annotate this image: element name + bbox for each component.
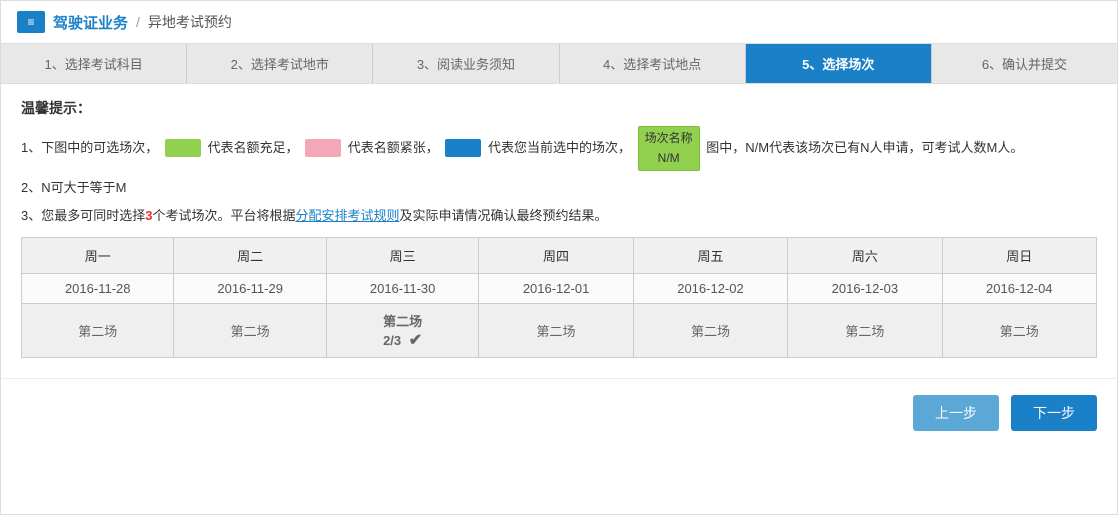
slot-wed-label: 第二场: [383, 314, 422, 329]
line3-prefix: 3、您最多可同时选择: [21, 208, 145, 223]
line1-legend2: 代表名额紧张，: [348, 140, 439, 155]
warning-title: 温馨提示：: [21, 98, 1097, 118]
line2-text: 2、N可大于等于M: [21, 180, 126, 195]
prev-button[interactable]: 上一步: [913, 395, 999, 431]
legend-green-box: [165, 139, 201, 157]
line3-middle: 个考试场次。平台将根据: [152, 208, 295, 223]
next-button[interactable]: 下一步: [1011, 395, 1097, 431]
line1-legend3: 代表您当前选中的场次，: [488, 140, 631, 155]
date-wed: 2016-11-30: [326, 273, 478, 303]
col-header-thu: 周四: [479, 237, 633, 273]
col-header-sun: 周日: [942, 237, 1096, 273]
header-icon: ≡: [17, 11, 45, 33]
legend-label: 场次名称N/M: [638, 126, 700, 171]
header: ≡ 驾驶证业务 / 异地考试预约: [1, 1, 1117, 44]
step-4[interactable]: 4、选择考试地点: [560, 44, 746, 83]
line3-suffix: 及实际申请情况确认最终预约结果。: [400, 208, 608, 223]
warning-line-3: 3、您最多可同时选择3个考试场次。平台将根据分配安排考试规则及实际申请情况确认最…: [21, 205, 1097, 227]
warning-line-1: 1、下图中的可选场次， 代表名额充足， 代表名额紧张， 代表您当前选中的场次， …: [21, 126, 1097, 171]
date-tue: 2016-11-29: [174, 273, 326, 303]
col-header-mon: 周一: [22, 237, 174, 273]
header-sub: 异地考试预约: [148, 12, 232, 32]
date-row: 2016-11-28 2016-11-29 2016-11-30 2016-12…: [22, 273, 1097, 303]
step-5[interactable]: 5、选择场次: [746, 44, 932, 83]
slot-sun[interactable]: 第二场: [942, 303, 1096, 357]
date-mon: 2016-11-28: [22, 273, 174, 303]
col-header-fri: 周五: [633, 237, 787, 273]
date-thu: 2016-12-01: [479, 273, 633, 303]
legend-pink-box: [305, 139, 341, 157]
checkmark-icon: ✔: [409, 332, 422, 349]
date-fri: 2016-12-02: [633, 273, 787, 303]
slot-row: 第二场 第二场 第二场 2/3 ✔ 第二场 第二场 第二场 第二场: [22, 303, 1097, 357]
bottom-nav: 上一步 下一步: [1, 378, 1117, 445]
date-sun: 2016-12-04: [942, 273, 1096, 303]
line1-prefix: 1、下图中的可选场次，: [21, 140, 158, 155]
step-3[interactable]: 3、阅读业务须知: [373, 44, 559, 83]
col-header-tue: 周二: [174, 237, 326, 273]
date-sat: 2016-12-03: [788, 273, 942, 303]
slot-sat[interactable]: 第二场: [788, 303, 942, 357]
col-header-wed: 周三: [326, 237, 478, 273]
col-header-sat: 周六: [788, 237, 942, 273]
line1-legend1: 代表名额充足，: [207, 140, 298, 155]
page-container: ≡ 驾驶证业务 / 异地考试预约 1、选择考试科目 2、选择考试地市 3、阅读业…: [0, 0, 1118, 515]
slot-thu[interactable]: 第二场: [479, 303, 633, 357]
slot-tue[interactable]: 第二场: [174, 303, 326, 357]
slot-wed[interactable]: 第二场 2/3 ✔: [326, 303, 478, 357]
header-title: 驾驶证业务: [53, 12, 128, 33]
slot-wed-sub: 2/3: [383, 333, 401, 348]
slot-mon[interactable]: 第二场: [22, 303, 174, 357]
warning-list: 1、下图中的可选场次， 代表名额充足， 代表名额紧张， 代表您当前选中的场次， …: [21, 126, 1097, 227]
schedule-table: 周一 周二 周三 周四 周五 周六 周日 2016-11-28 2016-11-…: [21, 237, 1097, 358]
table-header-row: 周一 周二 周三 周四 周五 周六 周日: [22, 237, 1097, 273]
legend-blue-box: [445, 139, 481, 157]
line1-suffix: 图中，N/M代表该场次已有N人申请，可考试人数M人。: [706, 140, 1023, 155]
line3-link[interactable]: 分配安排考试规则: [295, 208, 399, 223]
step-6[interactable]: 6、确认并提交: [932, 44, 1117, 83]
content-area: 温馨提示： 1、下图中的可选场次， 代表名额充足， 代表名额紧张， 代表您当前选…: [1, 84, 1117, 368]
header-sep: /: [136, 14, 140, 30]
slot-fri[interactable]: 第二场: [633, 303, 787, 357]
steps-bar: 1、选择考试科目 2、选择考试地市 3、阅读业务须知 4、选择考试地点 5、选择…: [1, 44, 1117, 84]
warning-line-2: 2、N可大于等于M: [21, 177, 1097, 199]
step-2[interactable]: 2、选择考试地市: [187, 44, 373, 83]
step-1[interactable]: 1、选择考试科目: [1, 44, 187, 83]
